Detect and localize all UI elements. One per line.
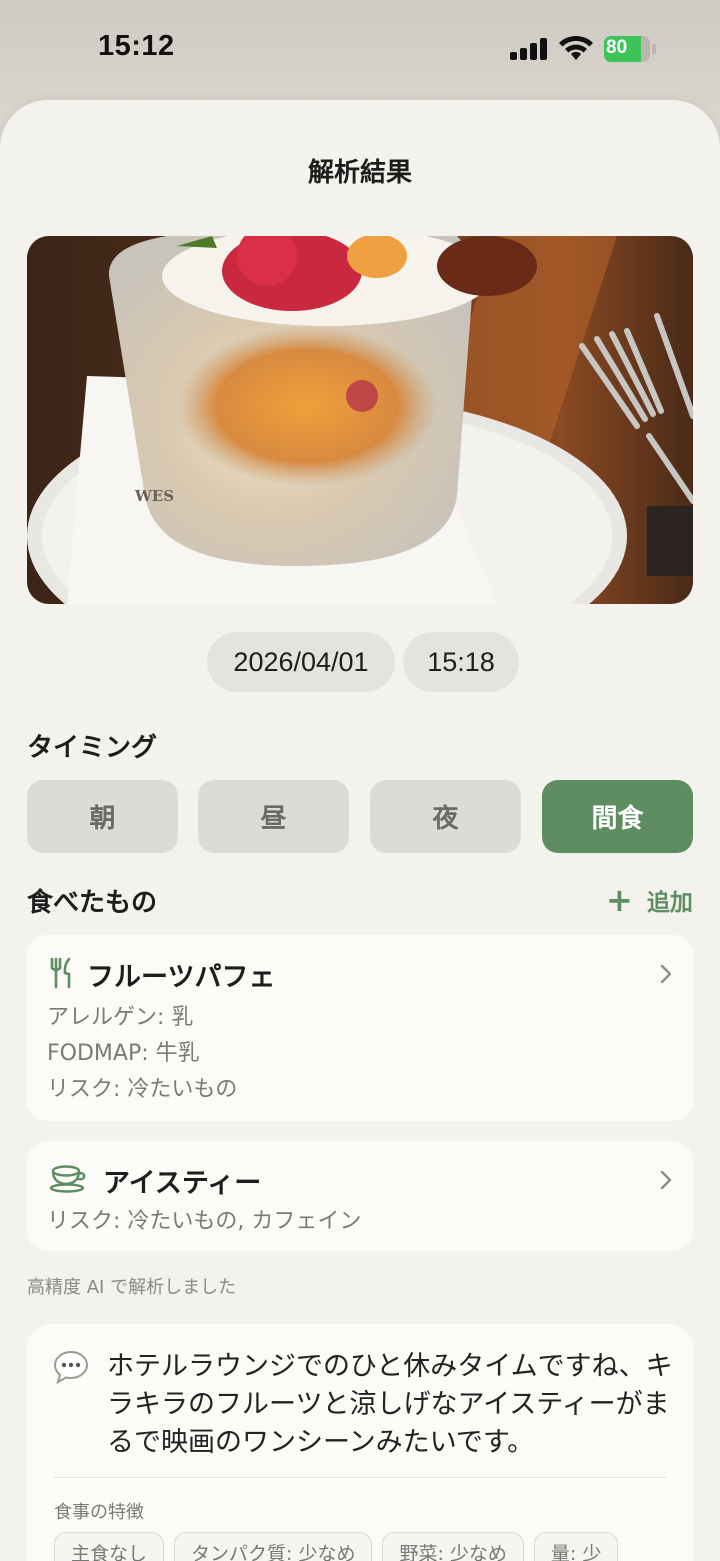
battery-level: 80 <box>606 37 628 58</box>
feature-chip: 野菜: 少なめ <box>382 1532 524 1561</box>
svg-text:WES: WES <box>134 487 174 505</box>
add-food-button[interactable]: + 追加 <box>606 882 693 918</box>
ai-analysis-note: 高精度 AI で解析しました <box>27 1277 237 1298</box>
timing-label: タイミング <box>27 733 158 763</box>
food-allergen: アレルゲン: 乳 <box>47 1005 194 1030</box>
add-food-label: 追加 <box>646 890 693 916</box>
analysis-sheet: 解析結果 WES 2026/04/01 15:18 タイミング 朝 昼 夜 間食… <box>0 100 720 1561</box>
foods-label: 食べたもの <box>27 888 158 918</box>
food-risk: リスク: 冷たいもの, カフェイン <box>47 1209 362 1234</box>
fork-knife-icon <box>50 957 71 989</box>
timing-dinner-button[interactable]: 夜 <box>370 780 521 853</box>
feature-chip: 量: 少 <box>533 1532 619 1561</box>
page-title: 解析結果 <box>307 158 412 188</box>
food-fodmap: FODMAP: 牛乳 <box>47 1041 200 1066</box>
food-risk: リスク: 冷たいもの <box>47 1077 238 1102</box>
food-photo-image: WES <box>27 236 693 604</box>
meal-photo[interactable]: WES <box>27 236 693 604</box>
timing-breakfast-button[interactable]: 朝 <box>27 780 178 853</box>
food-name: アイスティー <box>103 1168 262 1199</box>
date-pill[interactable]: 2026/04/01 <box>207 632 395 692</box>
status-bar: 15:12 80 <box>0 0 720 100</box>
timing-snack-button[interactable]: 間食 <box>542 780 693 853</box>
wifi-icon <box>559 35 593 60</box>
cellular-signal-icon <box>510 38 550 60</box>
cup-icon <box>49 1165 86 1193</box>
chevron-right-icon <box>660 964 672 984</box>
chevron-right-icon <box>660 1170 672 1190</box>
food-card-iced-tea[interactable]: アイスティー リスク: 冷たいもの, カフェイン <box>27 1141 693 1251</box>
ai-comment-text: ホテルラウンジでのひと休みタイムですね、キラキラのフルーツと涼しげなアイスティー… <box>107 1351 673 1458</box>
food-name: フルーツパフェ <box>87 962 276 993</box>
plus-icon: + <box>606 881 633 919</box>
meal-features-label: 食事の特徴 <box>54 1502 144 1523</box>
food-card-parfait[interactable]: フルーツパフェ アレルゲン: 乳 FODMAP: 牛乳 リスク: 冷たいもの <box>27 935 693 1121</box>
feature-chip: 主食なし <box>54 1532 165 1561</box>
meal-feature-chips: 主食なし タンパク質: 少なめ 野菜: 少なめ 量: 少 <box>54 1532 619 1561</box>
status-time: 15:12 <box>98 30 175 62</box>
ai-comment-card: ホテルラウンジでのひと休みタイムですね、キラキラのフルーツと涼しげなアイスティー… <box>27 1324 693 1561</box>
feature-chip: タンパク質: 少なめ <box>174 1532 373 1561</box>
divider <box>54 1477 666 1478</box>
speech-bubble-icon <box>53 1350 89 1384</box>
battery-icon: 80 <box>604 36 656 62</box>
timing-lunch-button[interactable]: 昼 <box>198 780 349 853</box>
time-pill[interactable]: 15:18 <box>403 632 519 692</box>
